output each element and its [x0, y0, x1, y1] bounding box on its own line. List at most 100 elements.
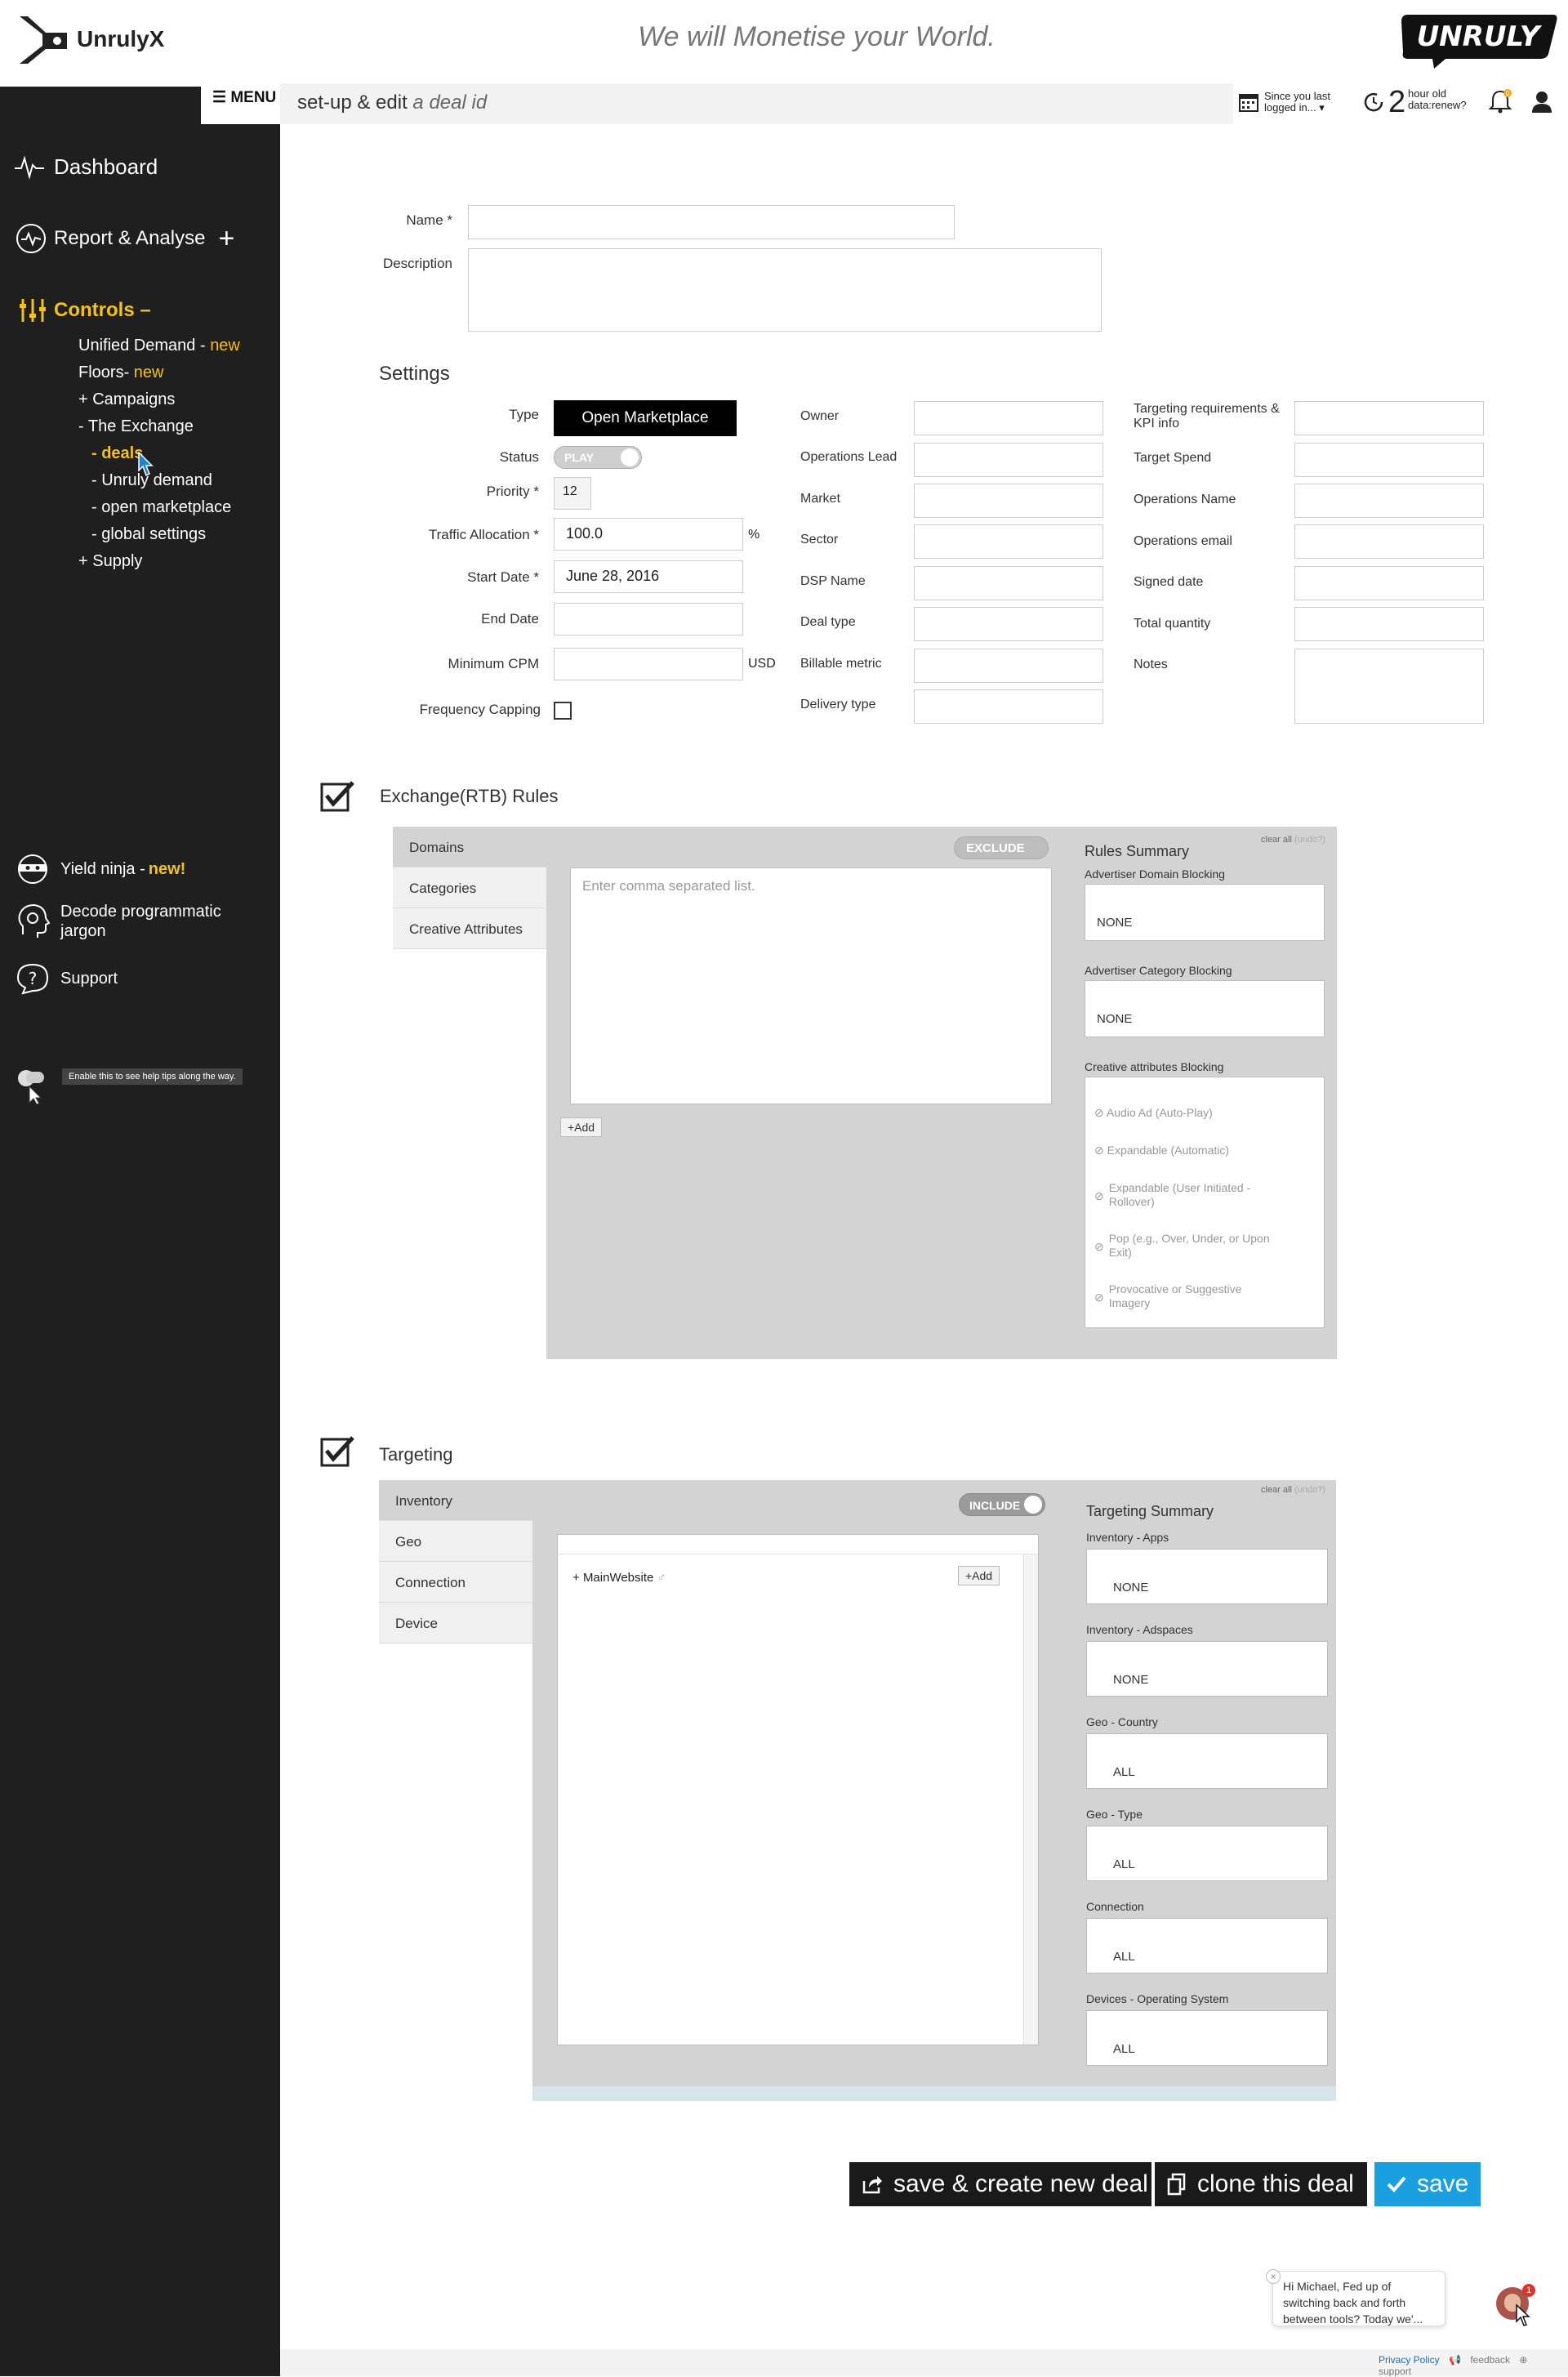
traffic-allocation-input[interactable]: 100.0: [554, 518, 743, 551]
tree-item-mainwebsite[interactable]: + MainWebsite ♂: [572, 1571, 666, 1585]
description-textarea[interactable]: [468, 248, 1102, 332]
sidebar-sub-supply[interactable]: + Supply: [78, 552, 142, 571]
sidebar-item-dashboard[interactable]: Dashboard: [13, 150, 158, 183]
since-login-line1: Since you last: [1264, 90, 1330, 102]
support-label: Support: [60, 969, 118, 988]
sidebar-item-yield-ninja[interactable]: Yield ninja - new!: [15, 853, 185, 885]
clear-all-link[interactable]: clear all: [1261, 1485, 1292, 1495]
rtb-rules-heading: Exchange(RTB) Rules: [380, 786, 559, 806]
include-toggle-label: INCLUDE: [969, 1499, 1021, 1512]
operations-name-input[interactable]: [1294, 484, 1484, 518]
targeting-requirements-input[interactable]: [1294, 401, 1484, 435]
user-icon[interactable]: [1530, 90, 1553, 114]
undo-link[interactable]: (undo?): [1294, 835, 1325, 845]
owner-input[interactable]: [914, 401, 1103, 435]
summary-label-geo-type: Geo - Type: [1086, 1808, 1143, 1821]
status-label: Status: [499, 449, 539, 465]
target-spend-label: Target Spend: [1134, 451, 1212, 465]
market-input[interactable]: [914, 484, 1103, 518]
tab-geo[interactable]: Geo: [379, 1521, 532, 1562]
save-and-create-new-button[interactable]: save & create new deal: [849, 2162, 1152, 2206]
panel-scroll-strip: [532, 2086, 1336, 2101]
name-input[interactable]: [468, 205, 955, 239]
tab-creative-attributes[interactable]: Creative Attributes: [393, 908, 546, 949]
exclude-toggle[interactable]: EXCLUDE: [954, 836, 1049, 859]
creative-attr-item: ⊘ Expandable (User Initiated - Rollover): [1094, 1181, 1274, 1209]
sidebar-sub-global-settings[interactable]: - global settings: [91, 525, 206, 544]
tab-domains[interactable]: Domains: [393, 827, 546, 867]
domains-textarea[interactable]: Enter comma separated list.: [570, 867, 1052, 1104]
data-age-link[interactable]: hour old data:renew?: [1408, 88, 1467, 111]
hamburger-icon: ☰: [212, 89, 227, 106]
start-date-input[interactable]: June 28, 2016: [554, 560, 743, 593]
expand-plus-icon[interactable]: +: [572, 1571, 580, 1585]
privacy-policy-link[interactable]: Privacy Policy: [1379, 2354, 1440, 2366]
tab-inventory[interactable]: Inventory: [379, 1480, 532, 1521]
tips-toggle[interactable]: [15, 1067, 47, 1105]
targeting-checkbox[interactable]: [320, 1434, 356, 1467]
domain-blocking-box: NONE: [1085, 884, 1325, 941]
menu-button[interactable]: ☰ MENU: [201, 83, 280, 124]
usd-unit: USD: [748, 657, 776, 671]
inventory-add-button[interactable]: +Add: [958, 1566, 1000, 1585]
tab-connection[interactable]: Connection: [379, 1562, 532, 1603]
calendar-icon[interactable]: [1238, 91, 1259, 113]
tab-device[interactable]: Device: [379, 1603, 532, 1643]
frequency-capping-checkbox[interactable]: [554, 702, 572, 720]
clear-all-link[interactable]: clear all: [1261, 835, 1292, 845]
rtb-clear-all[interactable]: clear all (undo?): [1261, 835, 1325, 845]
status-toggle[interactable]: PLAY: [554, 446, 642, 469]
signed-date-input[interactable]: [1294, 566, 1484, 600]
bell-icon[interactable]: 0: [1488, 88, 1512, 114]
priority-input[interactable]: 12: [554, 477, 591, 510]
sector-input[interactable]: [914, 524, 1103, 559]
target-spend-input[interactable]: [1294, 443, 1484, 477]
operations-lead-input[interactable]: [914, 443, 1103, 477]
total-quantity-input[interactable]: [1294, 607, 1484, 641]
sidebar-item-report[interactable]: Report & Analyse +: [15, 222, 234, 255]
since-login-line2: logged in...: [1264, 101, 1316, 114]
sidebar-sub-unruly-demand[interactable]: - Unruly demand: [91, 471, 212, 490]
sidebar-sub-open-marketplace[interactable]: - open marketplace: [91, 498, 231, 517]
sidebar-item-controls[interactable]: Controls –: [16, 294, 151, 327]
inventory-tree: + MainWebsite ♂ +Add: [557, 1534, 1039, 2045]
sidebar-sub-exchange[interactable]: - The Exchange: [78, 417, 194, 436]
tab-categories[interactable]: Categories: [393, 867, 546, 908]
chat-close-icon[interactable]: ×: [1266, 2269, 1281, 2284]
percent-unit: %: [748, 528, 760, 542]
data-age-number: 2: [1388, 85, 1406, 119]
total-quantity-label: Total quantity: [1134, 617, 1211, 631]
min-cpm-input[interactable]: [554, 648, 743, 680]
creative-attr-item: ⊘ Provocative or Suggestive Imagery: [1094, 1282, 1274, 1310]
delivery-type-label: Delivery type: [800, 698, 876, 711]
include-toggle[interactable]: INCLUDE: [959, 1493, 1045, 1516]
sidebar-item-support[interactable]: ? Support: [15, 962, 118, 995]
tree-scrollbar[interactable]: [1023, 1554, 1038, 2045]
rtb-add-button[interactable]: +Add: [560, 1117, 603, 1137]
targeting-clear-all[interactable]: clear all (undo?): [1261, 1485, 1325, 1495]
type-select[interactable]: Open Marketplace: [554, 400, 737, 436]
sidebar-sub-unified-demand[interactable]: Unified Demand - new: [78, 337, 240, 355]
clone-deal-button[interactable]: clone this deal: [1155, 2162, 1367, 2206]
sidebar-item-decode[interactable]: Decode programmatic jargon: [15, 902, 221, 941]
rtb-rules-checkbox[interactable]: [320, 779, 356, 812]
chat-popup[interactable]: Hi Michael, Fed up of switching back and…: [1272, 2271, 1446, 2326]
expand-plus-icon[interactable]: +: [218, 225, 234, 252]
save-button[interactable]: save: [1374, 2162, 1481, 2206]
refresh-clock-icon[interactable]: [1362, 91, 1385, 114]
support-footer-label: support: [1379, 2366, 1412, 2377]
end-date-input[interactable]: [554, 603, 743, 636]
deal-type-label: Deal type: [800, 615, 856, 629]
blocked-icon: ⊘: [1094, 1106, 1104, 1119]
feedback-link[interactable]: 📢 feedback: [1449, 2354, 1510, 2366]
undo-link[interactable]: (undo?): [1294, 1485, 1325, 1495]
operations-email-input[interactable]: [1294, 524, 1484, 559]
dsp-name-input[interactable]: [914, 566, 1103, 600]
since-login-dropdown[interactable]: Since you last logged in... ▾: [1264, 91, 1330, 114]
notes-textarea[interactable]: [1294, 649, 1484, 724]
billable-metric-input[interactable]: [914, 649, 1103, 683]
sidebar-sub-floors[interactable]: Floors- new: [78, 363, 164, 382]
deal-type-input[interactable]: [914, 607, 1103, 641]
sidebar-sub-campaigns[interactable]: + Campaigns: [78, 390, 175, 409]
delivery-type-input[interactable]: [914, 689, 1103, 724]
